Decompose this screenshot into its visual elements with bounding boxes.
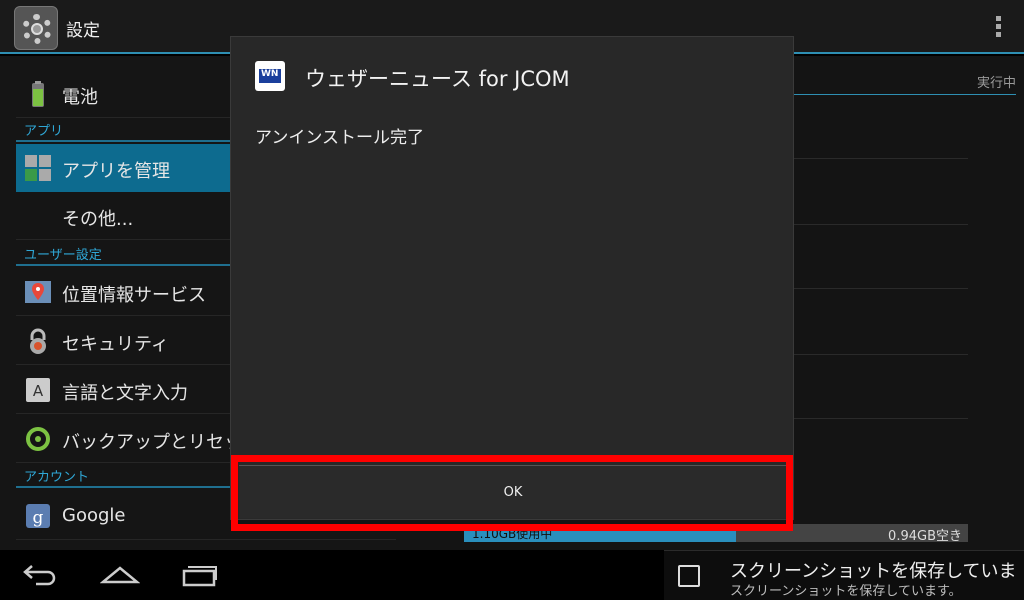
- sidebar-item-label: 電池: [62, 87, 98, 108]
- category-account: アカウント: [24, 470, 90, 485]
- sidebar-item-label: Google: [62, 505, 126, 526]
- lock-icon: [30, 328, 46, 354]
- uninstall-dialog: ウェザーニュース for JCOM アンインストール完了 OK: [230, 36, 794, 520]
- list-divider: [790, 224, 968, 225]
- overflow-menu-icon[interactable]: [996, 16, 1002, 40]
- sidebar-item-label: 言語と文字入力: [62, 383, 188, 404]
- sidebar-item-label: その他...: [62, 209, 134, 230]
- category-user-settings: ユーザー設定: [24, 248, 102, 263]
- notification-subtitle: スクリーンショットを保存しています。: [730, 584, 962, 599]
- category-apps: アプリ: [24, 124, 64, 139]
- google-icon: g: [26, 504, 50, 528]
- settings-gear-icon[interactable]: [14, 6, 58, 50]
- keyboard-a-icon: A: [26, 378, 50, 402]
- image-icon: [678, 565, 700, 587]
- home-icon[interactable]: [100, 562, 140, 588]
- dialog-message: アンインストール完了: [255, 128, 424, 148]
- svg-text:g: g: [33, 508, 44, 528]
- back-icon[interactable]: [22, 562, 58, 588]
- svg-text:A: A: [33, 382, 44, 400]
- dialog-title: ウェザーニュース for JCOM: [305, 67, 570, 91]
- sidebar-item-label: アプリを管理: [62, 161, 170, 182]
- backup-restore-icon: [26, 427, 50, 451]
- recent-apps-icon[interactable]: [182, 562, 218, 588]
- list-divider: [790, 158, 968, 159]
- sidebar-item-label: 位置情報サービス: [62, 285, 206, 306]
- apps-grid-icon: [25, 155, 51, 181]
- list-divider: [790, 288, 968, 289]
- ok-button-highlight: [231, 455, 793, 531]
- screenshot-notification[interactable]: スクリーンショットを保存していま スクリーンショットを保存しています。: [664, 550, 1024, 600]
- location-map-icon: [25, 281, 51, 303]
- weathernews-app-icon: [255, 61, 285, 91]
- page-title: 設定: [66, 21, 100, 41]
- storage-free-label: 0.94GB空き: [888, 529, 962, 544]
- list-divider: [790, 418, 968, 419]
- list-divider: [790, 354, 968, 355]
- tab-underline: [790, 94, 1016, 95]
- tab-running[interactable]: 実行中: [977, 72, 1016, 91]
- battery-icon: [32, 81, 44, 107]
- sidebar-item-label: セキュリティ: [62, 334, 169, 355]
